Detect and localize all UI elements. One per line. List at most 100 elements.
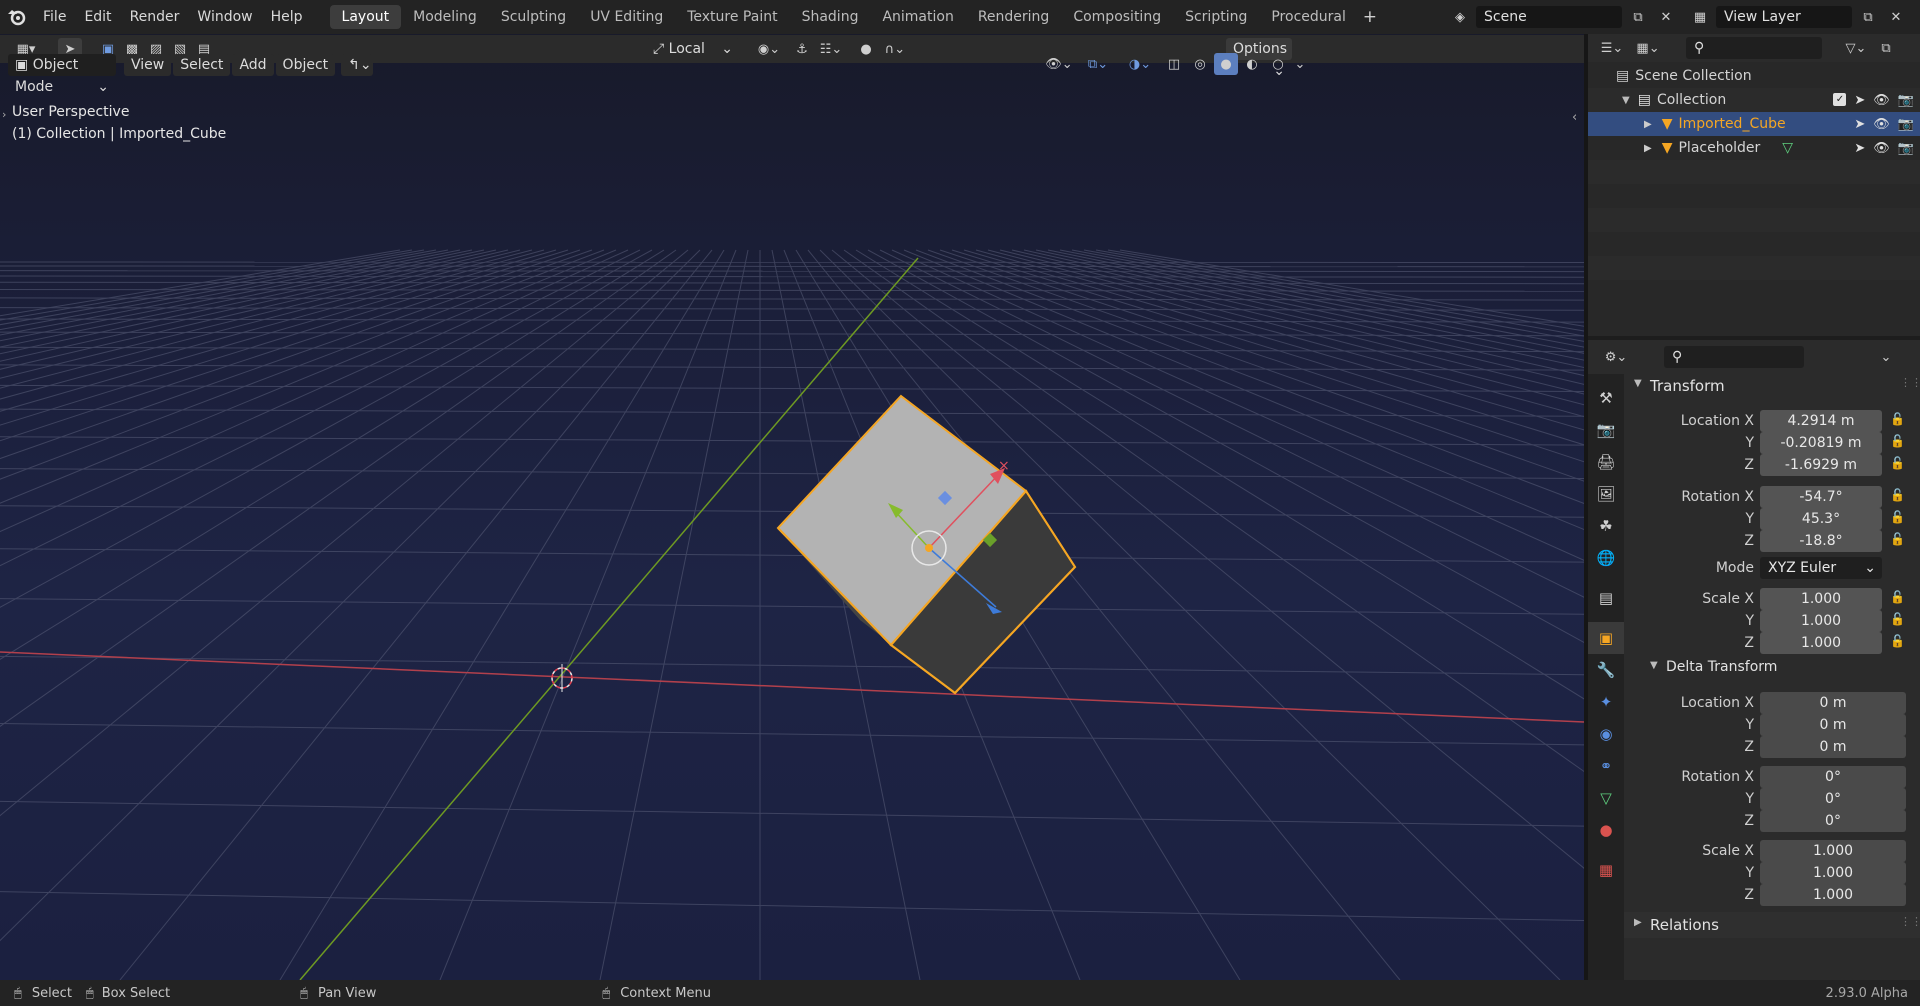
render-camera-icon[interactable]: 📷 [1898,141,1914,156]
drag-handle-icon[interactable]: ⋮⋮ [1900,376,1920,389]
texture-tab-icon[interactable]: ▦ [1588,854,1624,886]
rotation-x-field[interactable]: -54.7° [1760,486,1882,508]
delta-location-y-field[interactable]: 0 m [1760,714,1906,736]
view-layer-name-field[interactable]: View Layer [1716,6,1852,28]
lock-icon[interactable]: 🔓 [1890,612,1905,626]
properties-editor-type-icon[interactable]: ⚙⌄ [1598,346,1634,368]
outliner-row-collection[interactable]: ▼ ▤ Collection ✓ ➤ 👁 📷 [1588,88,1920,112]
display-mode-icon[interactable]: ▦⌄ [1630,37,1666,59]
filter-icon[interactable]: ▽⌄ [1838,37,1874,59]
toolbar-expand-icon[interactable]: › [2,108,6,121]
drag-handle-icon[interactable]: ⋮⋮ [1900,915,1920,928]
delta-location-z-field[interactable]: 0 m [1760,736,1906,758]
location-x-field[interactable]: 4.2914 m [1760,410,1882,432]
menu-render[interactable]: Render [121,0,189,34]
tab-scripting[interactable]: Scripting [1173,5,1259,29]
tab-sculpting[interactable]: Sculpting [489,5,578,29]
outliner-row-scene-collection[interactable]: ▤ Scene Collection [1588,64,1920,88]
blender-logo-icon[interactable] [0,8,34,26]
scale-z-field[interactable]: 1.000 [1760,632,1882,654]
lock-icon[interactable]: 🔓 [1890,456,1905,470]
lock-icon[interactable]: 🔓 [1890,532,1905,546]
scene-name-field[interactable]: Scene [1476,6,1622,28]
relations-panel-header[interactable]: ▶ Relations ⋮⋮ [1624,912,1920,938]
transform-panel-header[interactable]: ▼ Transform ⋮⋮ [1624,374,1920,400]
menu-file[interactable]: File [34,0,75,34]
lock-icon[interactable]: 🔓 [1890,434,1905,448]
tool-tab-icon[interactable]: ⚒ [1588,382,1624,414]
expand-arrow-icon[interactable]: ▶ [1644,143,1652,154]
material-tab-icon[interactable]: ● [1588,814,1624,846]
view-layer-selector-icon[interactable]: ▦ [1688,6,1712,28]
delta-rotation-z-field[interactable]: 0° [1760,810,1906,832]
physics-tab-icon[interactable]: ◉ [1588,718,1624,750]
tab-procedural[interactable]: Procedural [1259,5,1358,29]
location-z-field[interactable]: -1.6929 m [1760,454,1882,476]
scale-x-field[interactable]: 1.000 [1760,588,1882,610]
rotation-mode-dropdown[interactable]: XYZ Euler ⌄ [1760,557,1882,579]
3d-viewport[interactable]: ▦▾ ➤ ▣ ▩ ▨ ▧ ▤ ⤢ Local ⌄ ◉⌄ ⚓ ☷⌄ ● ∩⌄ Op… [0,34,1584,980]
delta-scale-z-field[interactable]: 1.000 [1760,884,1906,906]
add-workspace-icon[interactable]: + [1358,6,1382,28]
outliner-row-placeholder[interactable]: ▶ ▼ Placeholder ▽ ➤ 👁 📷 [1588,136,1920,160]
constraints-tab-icon[interactable]: ⚭ [1588,750,1624,782]
new-scene-icon[interactable]: ⧉ [1626,6,1650,28]
mesh-data-icon[interactable]: ▽ [1782,140,1793,156]
lock-icon[interactable]: 🔓 [1890,412,1905,426]
lock-icon[interactable]: 🔓 [1890,488,1905,502]
scale-y-field[interactable]: 1.000 [1760,610,1882,632]
tab-compositing[interactable]: Compositing [1061,5,1173,29]
particles-tab-icon[interactable]: ✦ [1588,686,1624,718]
outliner-editor-type-icon[interactable]: ☰⌄ [1594,37,1630,59]
selectable-arrow-icon[interactable]: ➤ [1854,117,1865,132]
tab-uv-editing[interactable]: UV Editing [578,5,675,29]
lock-icon[interactable]: 🔓 [1890,510,1905,524]
menu-help[interactable]: Help [262,0,312,34]
view-layer-tab-icon[interactable]: 🖼 [1588,478,1624,510]
new-collection-icon[interactable]: ⧉ [1874,37,1898,59]
output-tab-icon[interactable]: 🖨 [1588,446,1624,478]
delta-rotation-x-field[interactable]: 0° [1760,766,1906,788]
lock-icon[interactable]: 🔓 [1890,634,1905,648]
location-y-field[interactable]: -0.20819 m [1760,432,1882,454]
render-camera-icon[interactable]: 📷 [1898,117,1914,132]
selectable-arrow-icon[interactable]: ➤ [1854,141,1865,156]
world-tab-icon[interactable]: 🌐 [1588,542,1624,574]
selectable-arrow-icon[interactable]: ➤ [1854,93,1865,108]
delta-scale-y-field[interactable]: 1.000 [1760,862,1906,884]
collapse-arrow-icon[interactable]: ▼ [1622,95,1630,106]
delete-scene-icon[interactable]: ✕ [1654,6,1678,28]
outliner-search-input[interactable]: ⚲ [1686,37,1822,59]
delta-transform-panel-header[interactable]: ▼ Delta Transform [1624,656,1920,680]
3d-cursor-icon[interactable] [551,664,573,692]
scene-tab-icon[interactable]: ☘ [1588,510,1624,542]
expand-arrow-icon[interactable]: ▶ [1644,119,1652,130]
outliner-row-imported-cube[interactable]: ▶ ▼ Imported_Cube ➤ 👁 📷 [1588,112,1920,136]
visibility-eye-icon[interactable]: 👁 [1873,117,1890,132]
visibility-eye-icon[interactable]: 👁 [1873,141,1890,156]
delta-location-x-field[interactable]: 0 m [1760,692,1906,714]
menu-window[interactable]: Window [188,0,261,34]
sidebar-expand-icon[interactable]: ‹ [1572,110,1577,125]
tab-shading[interactable]: Shading [790,5,871,29]
tab-modeling[interactable]: Modeling [401,5,489,29]
tab-animation[interactable]: Animation [870,5,965,29]
tab-rendering[interactable]: Rendering [966,5,1062,29]
rotation-y-field[interactable]: 45.3° [1760,508,1882,530]
delta-scale-x-field[interactable]: 1.000 [1760,840,1906,862]
collection-tab-icon[interactable]: ▤ [1588,582,1624,614]
object-tab-icon[interactable]: ▣ [1588,622,1624,654]
menu-edit[interactable]: Edit [75,0,120,34]
properties-search-input[interactable]: ⚲ [1664,346,1804,368]
properties-options-icon[interactable]: ⌄ [1874,346,1898,368]
visibility-eye-icon[interactable]: 👁 [1873,93,1890,108]
lock-icon[interactable]: 🔓 [1890,590,1905,604]
tab-layout[interactable]: Layout [329,5,402,29]
modifier-tab-icon[interactable]: 🔧 [1588,654,1624,686]
rotation-z-field[interactable]: -18.8° [1760,530,1882,552]
new-view-layer-icon[interactable]: ⧉ [1856,6,1880,28]
delete-view-layer-icon[interactable]: ✕ [1884,6,1908,28]
delta-rotation-y-field[interactable]: 0° [1760,788,1906,810]
render-camera-icon[interactable]: 📷 [1898,93,1914,108]
exclude-checkbox-icon[interactable]: ✓ [1833,92,1847,106]
